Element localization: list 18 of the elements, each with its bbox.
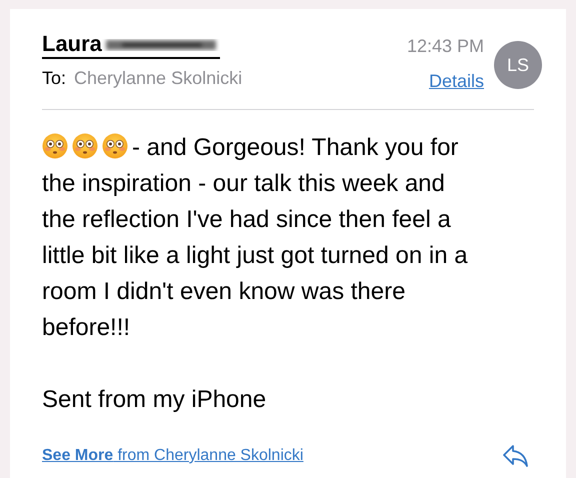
reply-icon[interactable] [502, 444, 530, 468]
signature-text: Sent from my iPhone [42, 386, 266, 413]
sent-time: 12:43 PM [406, 35, 484, 58]
avatar: LS [494, 41, 542, 89]
sender-name[interactable]: Laura [42, 31, 102, 57]
to-label: To: [42, 67, 66, 90]
details-link[interactable]: Details [428, 68, 484, 95]
message-line: room I didn't even know was there [42, 278, 406, 305]
message-line: little bit like a light just got turned on in a [42, 242, 468, 269]
flushed-face-icon [72, 133, 98, 159]
message-line: - and Gorgeous! Thank you for [132, 134, 458, 161]
recipient-name: Cherylanne Skolnicki [74, 67, 242, 90]
message-line: the reflection I've had since then feel a [42, 206, 451, 233]
flushed-face-icon [102, 133, 128, 159]
message-line: the inspiration - our talk this week and [42, 170, 445, 197]
message-line: before!!! [42, 314, 130, 341]
flushed-face-icon [42, 133, 68, 159]
see-more-link[interactable]: See More from Cherylanne Skolnicki [42, 444, 304, 468]
